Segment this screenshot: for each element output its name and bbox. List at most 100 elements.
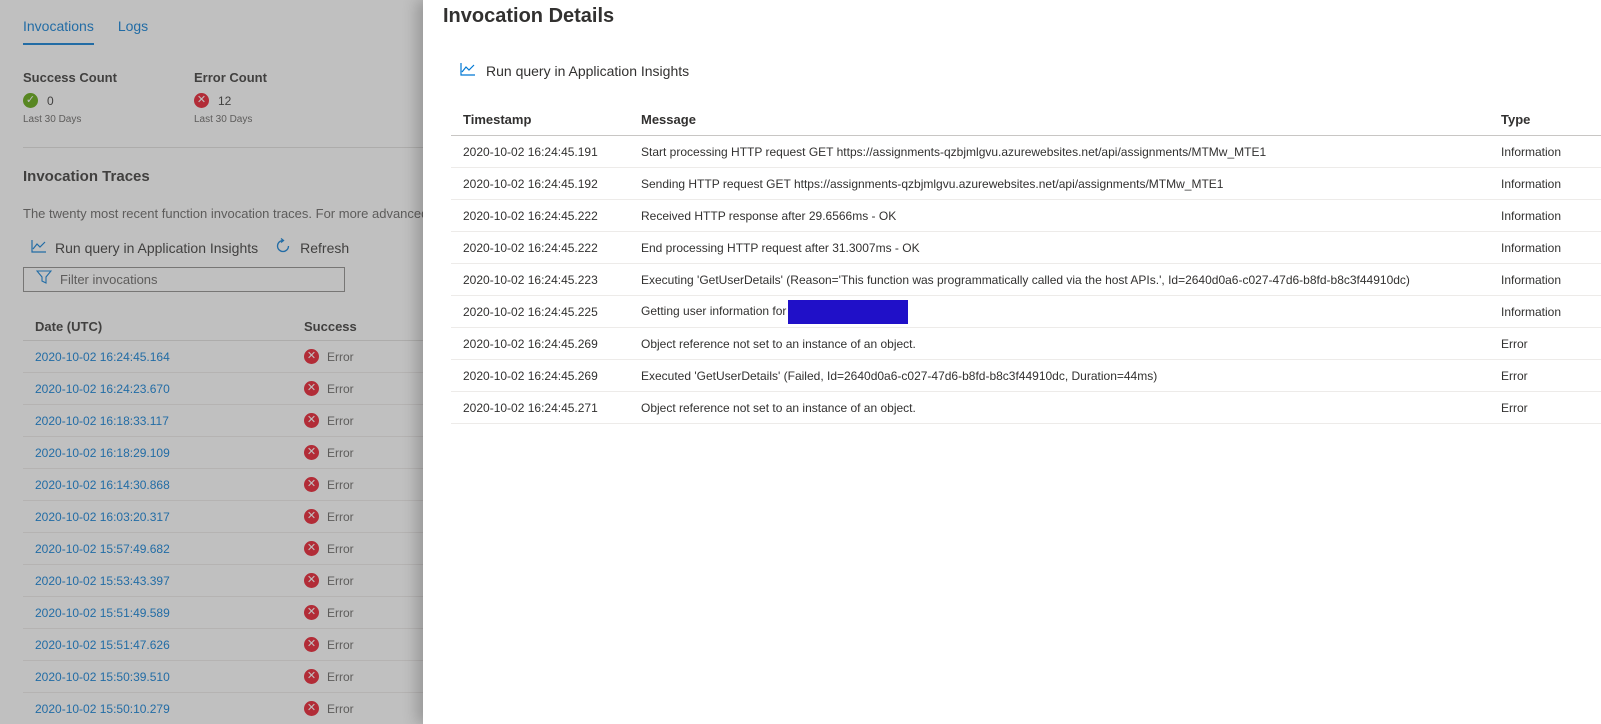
invocation-date-link[interactable]: 2020-10-02 16:03:20.317 <box>23 510 304 524</box>
status-label: Error <box>327 637 354 652</box>
table-row: 2020-10-02 16:24:45.271 Object reference … <box>451 392 1601 424</box>
status-label: Error <box>327 381 354 396</box>
success-count-value: 0 <box>47 93 54 108</box>
invocation-date-link[interactable]: 2020-10-02 15:51:49.589 <box>23 606 304 620</box>
type-cell: Information <box>1501 304 1562 319</box>
table-row[interactable]: 2020-10-02 15:50:39.510 ✕ Error <box>23 661 423 693</box>
table-row[interactable]: 2020-10-02 16:14:30.868 ✕ Error <box>23 469 423 501</box>
invocation-date-link[interactable]: 2020-10-02 15:50:39.510 <box>23 670 304 684</box>
status-label: Error <box>327 541 354 556</box>
invocation-date-link[interactable]: 2020-10-02 16:18:33.117 <box>23 414 304 428</box>
status-cell: ✕ Error <box>304 605 423 620</box>
filter-invocations-input[interactable] <box>60 272 340 287</box>
message-text: Sending HTTP request GET https://assignm… <box>641 176 1224 191</box>
status-label: Error <box>327 701 354 716</box>
column-header-date[interactable]: Date (UTC) <box>23 319 304 334</box>
error-circle-icon: ✕ <box>304 413 319 428</box>
error-circle-icon: ✕ <box>304 701 319 716</box>
table-row[interactable]: 2020-10-02 15:51:47.626 ✕ Error <box>23 629 423 661</box>
timestamp-cell: 2020-10-02 16:24:45.269 <box>463 336 598 351</box>
error-circle-icon: ✕ <box>304 669 319 684</box>
tab-logs[interactable]: Logs <box>118 18 148 45</box>
success-count-row: ✓ 0 <box>23 93 117 108</box>
invocation-details-table: Timestamp Message Type 2020-10-02 16:24:… <box>451 103 1601 424</box>
invocation-date-link[interactable]: 2020-10-02 15:53:43.397 <box>23 574 304 588</box>
invocation-date-link[interactable]: 2020-10-02 15:51:47.626 <box>23 638 304 652</box>
error-circle-icon: ✕ <box>304 477 319 492</box>
message-text: Getting user information for <box>641 303 787 318</box>
timestamp-cell: 2020-10-02 16:24:45.191 <box>463 144 598 159</box>
table-row[interactable]: 2020-10-02 16:18:29.109 ✕ Error <box>23 437 423 469</box>
status-label: Error <box>327 445 354 460</box>
line-chart-icon <box>460 62 476 79</box>
column-header-message[interactable]: Message <box>641 112 1501 127</box>
status-cell: ✕ Error <box>304 413 423 428</box>
timestamp-cell: 2020-10-02 16:24:45.225 <box>463 304 598 319</box>
invocation-date-link[interactable]: 2020-10-02 15:57:49.682 <box>23 542 304 556</box>
table-row: 2020-10-02 16:24:45.192 Sending HTTP requ… <box>451 168 1601 200</box>
type-cell: Information <box>1501 144 1562 159</box>
type-cell: Information <box>1501 272 1562 287</box>
type-cell: Information <box>1501 240 1562 255</box>
type-cell: Error <box>1501 368 1528 383</box>
invocation-traces-title: Invocation Traces <box>23 168 150 185</box>
run-query-button[interactable]: Run query in Application Insights <box>31 239 258 256</box>
message-cell: Received HTTP response after 29.6566ms -… <box>641 209 1501 223</box>
column-header-type[interactable]: Type <box>1501 112 1601 127</box>
message-cell: End processing HTTP request after 31.300… <box>641 241 1501 255</box>
status-cell: ✕ Error <box>304 477 423 492</box>
invocation-traces-description: The twenty most recent function invocati… <box>23 206 423 221</box>
timestamp-cell: 2020-10-02 16:24:45.271 <box>463 400 598 415</box>
success-count-period: Last 30 Days <box>23 114 82 125</box>
invocation-date-link[interactable]: 2020-10-02 15:50:10.279 <box>23 702 304 716</box>
message-cell: Start processing HTTP request GET https:… <box>641 145 1501 159</box>
message-text: Start processing HTTP request GET https:… <box>641 144 1267 159</box>
error-count-row: ✕ 12 <box>194 93 267 108</box>
redacted-block <box>788 299 909 324</box>
status-cell: ✕ Error <box>304 541 423 556</box>
table-row[interactable]: 2020-10-02 16:18:33.117 ✕ Error <box>23 405 423 437</box>
invocation-date-link[interactable]: 2020-10-02 16:24:45.164 <box>23 350 304 364</box>
details-run-query-label: Run query in Application Insights <box>486 62 690 79</box>
message-cell: Object reference not set to an instance … <box>641 337 1501 351</box>
table-row[interactable]: 2020-10-02 16:24:23.670 ✕ Error <box>23 373 423 405</box>
invocation-date-link[interactable]: 2020-10-02 16:18:29.109 <box>23 446 304 460</box>
line-chart-icon <box>31 239 47 256</box>
table-header: Date (UTC) Success <box>23 313 423 341</box>
table-row: 2020-10-02 16:24:45.222 End processing HT… <box>451 232 1601 264</box>
message-text: Received HTTP response after 29.6566ms -… <box>641 208 897 223</box>
invocation-date-link[interactable]: 2020-10-02 16:24:23.670 <box>23 382 304 396</box>
filter-invocations-box <box>23 267 345 292</box>
check-circle-icon: ✓ <box>23 93 38 108</box>
error-circle-icon: ✕ <box>304 605 319 620</box>
details-run-query-button[interactable]: Run query in Application Insights <box>460 62 689 79</box>
status-cell: ✕ Error <box>304 669 423 684</box>
table-row[interactable]: 2020-10-02 16:24:45.164 ✕ Error <box>23 341 423 373</box>
status-label: Error <box>327 509 354 524</box>
table-row: 2020-10-02 16:24:45.225 Getting user info… <box>451 296 1601 328</box>
divider <box>23 147 423 148</box>
invocation-details-panel: Invocation Details Run query in Applicat… <box>423 0 1601 724</box>
tab-invocations[interactable]: Invocations <box>23 18 94 45</box>
column-header-success[interactable]: Success <box>304 319 423 334</box>
invocation-date-link[interactable]: 2020-10-02 16:14:30.868 <box>23 478 304 492</box>
refresh-button[interactable]: Refresh <box>274 237 349 258</box>
message-text: End processing HTTP request after 31.300… <box>641 240 920 255</box>
error-count-card: Error Count ✕ 12 Last 30 Days <box>194 70 267 125</box>
table-row[interactable]: 2020-10-02 15:51:49.589 ✕ Error <box>23 597 423 629</box>
message-cell: Getting user information for <box>641 299 1501 324</box>
error-count-period: Last 30 Days <box>194 114 253 125</box>
invocation-details-title: Invocation Details <box>443 5 615 27</box>
column-header-timestamp[interactable]: Timestamp <box>451 112 641 127</box>
error-circle-icon: ✕ <box>304 637 319 652</box>
table-row[interactable]: 2020-10-02 15:53:43.397 ✕ Error <box>23 565 423 597</box>
status-cell: ✕ Error <box>304 381 423 396</box>
message-text: Object reference not set to an instance … <box>641 336 916 351</box>
timestamp-cell: 2020-10-02 16:24:45.223 <box>463 272 598 287</box>
table-row[interactable]: 2020-10-02 16:03:20.317 ✕ Error <box>23 501 423 533</box>
table-row[interactable]: 2020-10-02 15:57:49.682 ✕ Error <box>23 533 423 565</box>
table-row[interactable]: 2020-10-02 15:50:10.279 ✕ Error <box>23 693 423 724</box>
timestamp-cell: 2020-10-02 16:24:45.222 <box>463 208 598 223</box>
table-row: 2020-10-02 16:24:45.269 Executed 'GetUser… <box>451 360 1601 392</box>
message-text: Executing 'GetUserDetails' (Reason='This… <box>641 272 1410 287</box>
